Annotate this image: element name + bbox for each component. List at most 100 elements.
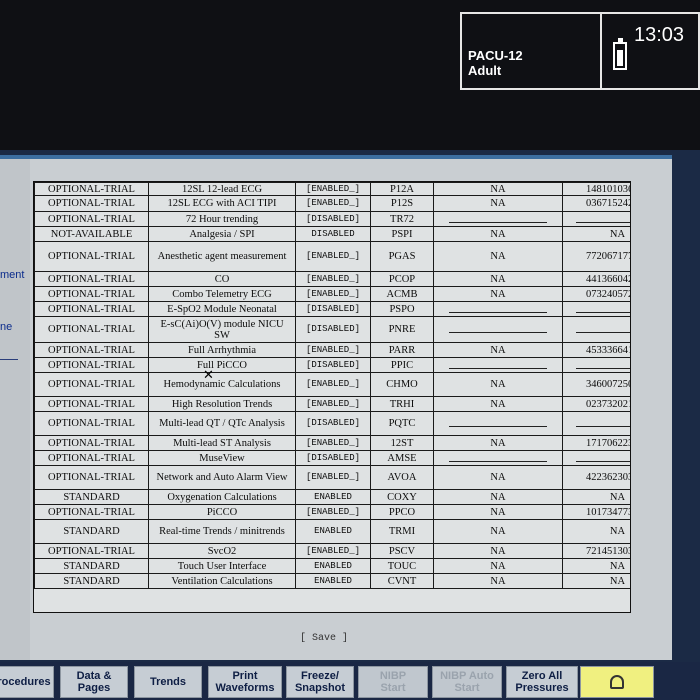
enabled-cell[interactable]: [ENABLED_] bbox=[295, 182, 371, 196]
enabled-cell[interactable]: [DISABLED] bbox=[295, 316, 371, 343]
status-cell: OPTIONAL-TRIAL bbox=[34, 465, 149, 490]
license-key-cell: 453336641542 bbox=[562, 342, 630, 358]
enabled-cell[interactable]: [ENABLED_] bbox=[295, 543, 371, 559]
nibp-start-button[interactable]: NIBP Start bbox=[358, 666, 428, 698]
enabled-cell[interactable]: [DISABLED] bbox=[295, 411, 371, 436]
save-button[interactable]: [ Save ] bbox=[300, 633, 348, 644]
data-pages-button[interactable]: Data & Pages bbox=[60, 666, 128, 698]
enabled-cell[interactable]: [ENABLED_] bbox=[295, 195, 371, 212]
license-key-cell bbox=[562, 450, 630, 466]
option-name-cell: Network and Auto Alarm View bbox=[148, 465, 296, 490]
expiry-cell: NA bbox=[433, 271, 563, 287]
battery-icon bbox=[613, 38, 627, 70]
enabled-cell[interactable]: [DISABLED] bbox=[295, 450, 371, 466]
table-row[interactable]: OPTIONAL-TRIAL Multi-lead QT / QTc Analys… bbox=[34, 411, 630, 436]
side-menu-label-1[interactable]: ment bbox=[0, 269, 24, 281]
table-row[interactable]: OPTIONAL-TRIAL CO [ENABLED_] PCOP NA 44136604… bbox=[34, 271, 630, 287]
enabled-cell[interactable]: [ENABLED_] bbox=[295, 286, 371, 302]
license-key-cell: 101734773122 bbox=[562, 504, 630, 520]
enabled-cell[interactable]: [ENABLED_] bbox=[295, 271, 371, 287]
empty-field-line bbox=[576, 420, 630, 427]
table-row[interactable]: OPTIONAL-TRIAL E-sC(Ai)O(V) module NICU S… bbox=[34, 316, 630, 343]
table-row[interactable]: OPTIONAL-TRIAL SvcO2 [ENABLED_] PSCV NA 72145… bbox=[34, 543, 630, 559]
enabled-cell[interactable]: [ENABLED_] bbox=[295, 372, 371, 397]
table-row[interactable]: NOT-AVAILABLE Analgesia / SPI DISABLED PSPI… bbox=[34, 226, 630, 242]
status-cell: OPTIONAL-TRIAL bbox=[34, 211, 149, 227]
touch-cursor-icon: ✕ bbox=[203, 368, 214, 383]
table-row[interactable]: OPTIONAL-TRIAL 12SL 12-lead ECG [ENABLED_]… bbox=[34, 182, 630, 196]
option-name-cell: Real-time Trends / minitrends bbox=[148, 519, 296, 544]
rocedures-button[interactable]: rocedures bbox=[0, 666, 54, 698]
table-row[interactable]: OPTIONAL-TRIAL Full PiCCO [DISABLED] PPIC bbox=[34, 357, 630, 373]
status-cell: OPTIONAL-TRIAL bbox=[34, 316, 149, 343]
software-options-window: ment ne OPTIONAL-TRIAL 12SL 12-lead ECG [E… bbox=[0, 155, 672, 660]
status-cell: STANDARD bbox=[34, 558, 149, 574]
table-row[interactable]: OPTIONAL-TRIAL PiCCO [ENABLED_] PPCO NA 10173… bbox=[34, 504, 630, 520]
bed-info: PACU-12 Adult bbox=[468, 48, 523, 78]
patient-status-box[interactable]: PACU-12 Adult 13:03 bbox=[460, 12, 700, 90]
table-row[interactable]: OPTIONAL-TRIAL High Resolution Trends [ENA… bbox=[34, 396, 630, 412]
status-cell: STANDARD bbox=[34, 519, 149, 544]
top-status-bar: PACU-12 Adult 13:03 bbox=[0, 0, 700, 150]
zero-all-pressures-button[interactable]: Zero All Pressures bbox=[506, 666, 578, 698]
table-row[interactable]: STANDARD Touch User Interface ENABLED TOUC N… bbox=[34, 558, 630, 574]
table-row[interactable]: OPTIONAL-TRIAL Full Arrhythmia [ENABLED_] P… bbox=[34, 342, 630, 358]
table-row[interactable]: STANDARD Oxygenation Calculations ENABLED C… bbox=[34, 489, 630, 505]
table-row[interactable]: OPTIONAL-TRIAL Hemodynamic Calculations [E… bbox=[34, 372, 630, 397]
freeze-snapshot-button[interactable]: Freeze/ Snapshot bbox=[286, 666, 354, 698]
table-row[interactable]: OPTIONAL-TRIAL Anesthetic agent measureme… bbox=[34, 241, 630, 272]
table-row[interactable]: OPTIONAL-TRIAL Multi-lead ST Analysis [ENA… bbox=[34, 435, 630, 451]
expiry-cell: NA bbox=[433, 195, 563, 212]
enabled-cell[interactable]: ENABLED bbox=[295, 489, 371, 505]
table-row[interactable]: OPTIONAL-TRIAL E-SpO2 Module Neonatal [DIS… bbox=[34, 301, 630, 317]
enabled-cell[interactable]: [DISABLED] bbox=[295, 357, 371, 373]
nibp-auto-start-button[interactable]: NIBP Auto Start bbox=[432, 666, 502, 698]
license-key-cell bbox=[562, 211, 630, 227]
expiry-cell: NA bbox=[433, 182, 563, 196]
enabled-cell[interactable]: [ENABLED_] bbox=[295, 435, 371, 451]
print-waveforms-button[interactable]: Print Waveforms bbox=[208, 666, 282, 698]
table-row[interactable]: STANDARD Real-time Trends / minitrends ENA… bbox=[34, 519, 630, 544]
table-row[interactable]: OPTIONAL-TRIAL MuseView [DISABLED] AMSE bbox=[34, 450, 630, 466]
table-row[interactable]: OPTIONAL-TRIAL Combo Telemetry ECG [ENABLE… bbox=[34, 286, 630, 302]
enabled-cell[interactable]: [ENABLED_] bbox=[295, 396, 371, 412]
table-row[interactable]: OPTIONAL-TRIAL 12SL ECG with ACI TIPI [ENA… bbox=[34, 195, 630, 212]
status-cell: OPTIONAL-TRIAL bbox=[34, 411, 149, 436]
code-cell: PCOP bbox=[370, 271, 434, 287]
enabled-cell[interactable]: [ENABLED_] bbox=[295, 465, 371, 490]
license-key-cell: 023732021520 bbox=[562, 396, 630, 412]
empty-field-line bbox=[449, 455, 547, 462]
license-key-cell bbox=[562, 357, 630, 373]
code-cell: AMSE bbox=[370, 450, 434, 466]
enabled-cell[interactable]: [DISABLED] bbox=[295, 301, 371, 317]
option-name-cell: Multi-lead ST Analysis bbox=[148, 435, 296, 451]
table-row[interactable]: STANDARD Ventilation Calculations ENABLED C… bbox=[34, 573, 630, 589]
side-menu-label-2[interactable]: ne bbox=[0, 321, 12, 333]
enabled-cell[interactable]: ENABLED bbox=[295, 519, 371, 544]
enabled-cell[interactable]: [ENABLED_] bbox=[295, 342, 371, 358]
expiry-cell: NA bbox=[433, 573, 563, 589]
enabled-cell[interactable]: [DISABLED] bbox=[295, 211, 371, 227]
enabled-cell[interactable]: [ENABLED_] bbox=[295, 504, 371, 520]
option-name-cell: E-SpO2 Module Neonatal bbox=[148, 301, 296, 317]
expiry-cell: NA bbox=[433, 465, 563, 490]
expiry-cell bbox=[433, 211, 563, 227]
trends-button[interactable]: Trends bbox=[134, 666, 202, 698]
code-cell: PQTC bbox=[370, 411, 434, 436]
empty-field-line bbox=[576, 326, 630, 333]
table-row[interactable]: OPTIONAL-TRIAL 72 Hour trending [DISABLED]… bbox=[34, 211, 630, 227]
enabled-cell[interactable]: ENABLED bbox=[295, 573, 371, 589]
expiry-cell: NA bbox=[433, 435, 563, 451]
license-key-cell bbox=[562, 411, 630, 436]
enabled-cell[interactable]: [ENABLED_] bbox=[295, 241, 371, 272]
enabled-cell[interactable]: ENABLED bbox=[295, 558, 371, 574]
option-name-cell: Multi-lead QT / QTc Analysis bbox=[148, 411, 296, 436]
status-cell: OPTIONAL-TRIAL bbox=[34, 301, 149, 317]
alarm-button[interactable] bbox=[580, 666, 654, 698]
empty-field-line bbox=[449, 306, 547, 313]
status-cell: OPTIONAL-TRIAL bbox=[34, 241, 149, 272]
code-cell: PPCO bbox=[370, 504, 434, 520]
table-row[interactable]: OPTIONAL-TRIAL Network and Auto Alarm Vie… bbox=[34, 465, 630, 490]
option-name-cell: Ventilation Calculations bbox=[148, 573, 296, 589]
enabled-cell[interactable]: DISABLED bbox=[295, 226, 371, 242]
